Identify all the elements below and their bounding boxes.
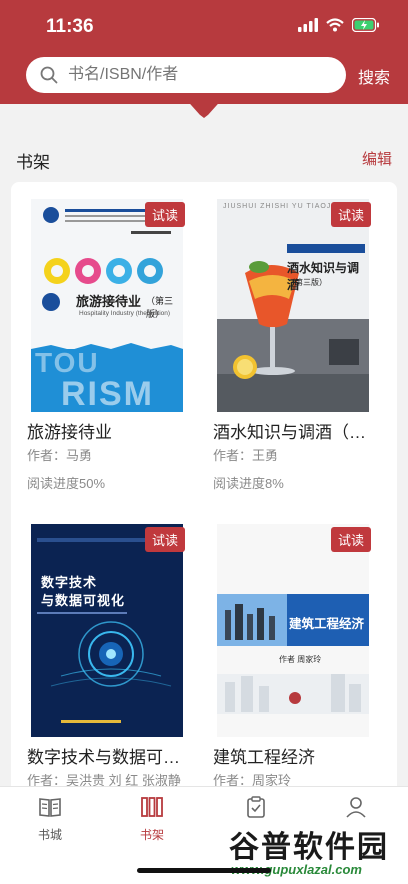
book-item[interactable]: 数字技术 与数据可视化 试读 数字技术与数据可… 作者：吴洪贵 刘 红 张淑静 (23, 507, 191, 797)
cover-artwork (217, 199, 369, 412)
app-header: 11:36 搜索 (0, 0, 408, 104)
search-bar[interactable] (26, 57, 346, 93)
cover-title-line: 与数据可视化 (41, 593, 126, 608)
search-button[interactable]: 搜索 (358, 64, 390, 88)
reading-progress: 阅读进度8% (213, 476, 284, 491)
cover-subtitle: Hospitality Industry (the edition) (79, 310, 171, 317)
shelf-header: 书架 编辑 (0, 128, 408, 176)
cover-top-text: JIUSHUI ZHISHI YU TIAOJIU (223, 203, 341, 210)
edit-button[interactable]: 编辑 (362, 148, 392, 169)
tab-bookshelf[interactable]: 书架 (122, 795, 182, 843)
bookshelf-grid: 旅游接待业 （第三版） Hospitality Industry (the ed… (11, 182, 397, 802)
user-icon (346, 797, 366, 818)
tab-label: 书架 (139, 828, 164, 842)
book-open-icon (39, 798, 61, 817)
trial-badge: 试读 (144, 527, 185, 552)
trial-badge: 试读 (330, 202, 371, 227)
cover-title-line: 数字技术 (41, 575, 98, 590)
book-cover[interactable]: JIUSHUI ZHISHI YU TIAOJIU 酒水知识与调酒 （第三版） (217, 199, 369, 412)
clipboard-check-icon (247, 796, 265, 818)
book-item[interactable]: 建筑工程经济 作者 周家玲 试读 建筑工程经济 作者：周家玲 (209, 507, 377, 797)
home-indicator (137, 868, 271, 873)
cover-big-letters: RISM (61, 375, 154, 412)
cover-author: 作者 周家玲 (279, 655, 322, 664)
cover-artwork (31, 524, 183, 737)
book-item[interactable]: 旅游接待业 （第三版） Hospitality Industry (the ed… (23, 182, 191, 491)
reading-progress: 阅读进度50% (27, 476, 106, 491)
book-author: 作者：王勇 (213, 448, 279, 463)
search-input[interactable] (66, 65, 320, 85)
wifi-icon (326, 18, 344, 32)
cover-title: 建筑工程经济 (289, 617, 365, 631)
search-icon (40, 66, 58, 84)
book-title[interactable]: 建筑工程经济 (213, 743, 373, 768)
book-author: 作者：马勇 (27, 448, 93, 463)
book-title[interactable]: 旅游接待业 (27, 418, 187, 443)
book-cover[interactable]: 建筑工程经济 作者 周家玲 (217, 524, 369, 737)
book-item[interactable]: JIUSHUI ZHISHI YU TIAOJIU 酒水知识与调酒 （第三版） … (209, 182, 377, 491)
watermark-text: 谷普软件园 (229, 831, 389, 864)
trial-badge: 试读 (330, 527, 371, 552)
book-title[interactable]: 数字技术与数据可… (27, 743, 187, 768)
status-bar: 11:36 (0, 0, 408, 52)
book-cover[interactable]: 旅游接待业 （第三版） Hospitality Industry (the ed… (31, 199, 183, 412)
header-notch (183, 96, 225, 118)
cover-edition: （第三版） (287, 278, 327, 287)
shelf-title: 书架 (16, 153, 50, 172)
bookshelf-icon (141, 797, 163, 817)
status-time: 11:36 (46, 16, 94, 37)
trial-badge: 试读 (144, 202, 185, 227)
tab-bookstore[interactable]: 书城 (20, 795, 80, 843)
battery-charging-icon (352, 18, 379, 32)
status-icons (298, 18, 380, 32)
book-cover[interactable]: 数字技术 与数据可视化 (31, 524, 183, 737)
cover-title: 旅游接待业 (76, 294, 142, 309)
book-title[interactable]: 酒水知识与调酒（… (213, 418, 373, 443)
signal-icon (298, 18, 318, 32)
tab-label: 书城 (37, 828, 62, 842)
